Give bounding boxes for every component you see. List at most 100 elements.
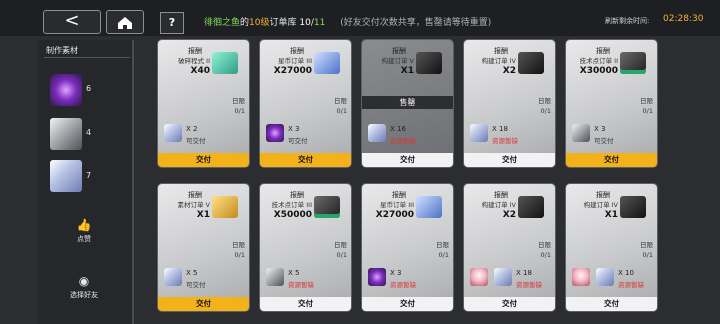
progress-total: 11 (313, 18, 326, 28)
delivery-status: 可交付 (594, 137, 614, 145)
daily-limit-label: 日限 (538, 241, 551, 249)
teal-chip-icon (212, 52, 238, 74)
deliver-button[interactable]: 交付 (362, 153, 453, 167)
sidebar-divider (44, 57, 130, 58)
deliver-button[interactable]: 交付 (464, 153, 555, 167)
home-button[interactable] (106, 10, 144, 34)
crystal-cube-icon (164, 124, 182, 142)
daily-limit-label: 日限 (334, 97, 347, 105)
title-connector: 的 (240, 18, 250, 28)
crystal-cube-icon (164, 268, 182, 286)
order-card[interactable]: 报酬 破碎程式 II X40 日限 0/1 X 2 可交付 交付 (158, 40, 249, 167)
daily-limit-label: 日限 (640, 97, 653, 105)
deliver-button[interactable]: 交付 (464, 297, 555, 311)
reward-name: 破碎程式 II (178, 57, 210, 65)
reward-quantity: X2 (502, 66, 516, 76)
dark-ticket-icon (620, 196, 646, 218)
silver-plate-icon[interactable] (50, 118, 82, 150)
daily-limit-label: 日限 (232, 241, 245, 249)
daily-limit: 日限 0/1 (232, 96, 245, 116)
reward-name: 构建订单 IV (583, 201, 618, 209)
progress-current: 10 (299, 18, 311, 28)
share-note: (好友交付次数共享，售罄请等待重置) (340, 18, 492, 28)
daily-limit-label: 日限 (334, 241, 347, 249)
daily-limit: 日限 0/1 (436, 240, 449, 260)
delivery-status: 资源暂缺 (390, 281, 416, 289)
crystal-cube-icon (494, 268, 512, 286)
daily-limit-label: 日限 (538, 97, 551, 105)
deliver-button[interactable]: 交付 (260, 297, 351, 311)
order-card[interactable]: 报酬 构建订单 IV X2 日限 0/1 X 18 资源暂缺 交付 (464, 40, 555, 167)
deliver-button[interactable]: 交付 (158, 153, 249, 167)
deliver-button[interactable]: 交付 (260, 153, 351, 167)
back-button[interactable]: < (43, 10, 101, 34)
owner-name: 徘徊之鱼 (204, 18, 241, 28)
title-suffix: 订单库 (269, 18, 297, 28)
daily-limit: 日限 0/1 (538, 96, 551, 116)
order-card[interactable]: 报酬 技术点订单 III X50000 日限 0/1 X 5 资源暂缺 交付 (260, 184, 351, 311)
home-icon (118, 17, 132, 29)
order-level: 10级 (249, 18, 270, 28)
deliver-button[interactable]: 交付 (566, 153, 657, 167)
purple-orb-icon (266, 124, 284, 142)
blue-gem-icon (416, 196, 442, 218)
scrollbar[interactable] (132, 40, 134, 324)
reward-quantity: X30000 (579, 66, 618, 76)
material-count: 6 (86, 84, 92, 93)
delivery-status: 可交付 (186, 281, 206, 289)
daily-limit-label: 日限 (436, 241, 449, 249)
deliver-button[interactable]: 交付 (158, 297, 249, 311)
top-bar: < ? 徘徊之鱼的10级订单库 10/11 (好友交付次数共享，售罄请等待重置)… (0, 0, 720, 36)
daily-limit: 日限 0/1 (232, 240, 245, 260)
reward-name: 技术点订单 II (579, 57, 618, 65)
exp-chip-icon (314, 196, 340, 218)
delivery-status: 可交付 (186, 137, 206, 145)
deliver-button[interactable]: 交付 (566, 297, 657, 311)
sidebar-heading: 制作素材 (46, 46, 78, 55)
daily-limit: 日限 0/1 (538, 240, 551, 260)
required-quantity: X 5 (186, 269, 198, 277)
reward-name: 素材订单 V (177, 201, 210, 209)
select-friend-label: 选择好友 (70, 291, 98, 299)
silver-plate-icon (266, 268, 284, 286)
daily-limit-label: 日限 (640, 241, 653, 249)
order-card[interactable]: 报酬 星币订单 III X27000 日限 0/1 X 3 可交付 交付 (260, 40, 351, 167)
required-quantity: X 3 (390, 269, 402, 277)
friend-icon: ◉ (78, 274, 90, 288)
thumbs-up-icon: 👍 (76, 218, 92, 232)
dark-ticket-icon (518, 52, 544, 74)
order-card[interactable]: 报酬 构建订单 IV X1 日限 0/1 X 10 资源暂缺 交付 (566, 184, 657, 311)
delivery-status: 资源暂缺 (618, 281, 644, 289)
required-quantity: X 2 (186, 125, 198, 133)
reward-quantity: X1 (196, 210, 210, 220)
order-card[interactable]: 报酬 构建订单 V X1 售罄 X 16 资源暂缺 交付 (362, 40, 453, 167)
like-label: 点赞 (77, 235, 91, 243)
reward-quantity: X40 (190, 66, 210, 76)
reward-quantity: X27000 (273, 66, 312, 76)
deliver-button[interactable]: 交付 (362, 297, 453, 311)
reward-name: 构建订单 IV (481, 57, 516, 65)
order-card[interactable]: 报酬 构建订单 IV X2 日限 0/1 X 18 资源暂缺 交付 (464, 184, 555, 311)
daily-limit-value: 0/1 (642, 251, 653, 259)
crystal-cube-icon[interactable] (50, 160, 82, 192)
daily-limit-value: 0/1 (234, 107, 245, 115)
daily-limit-value: 0/1 (234, 251, 245, 259)
dark-ticket-icon (416, 52, 442, 74)
purple-orb-icon[interactable] (50, 74, 82, 106)
help-button[interactable]: ? (160, 12, 184, 34)
blue-gem-icon (314, 52, 340, 74)
order-card[interactable]: 报酬 技术点订单 II X30000 日限 0/1 X 3 可交付 交付 (566, 40, 657, 167)
select-friend-button[interactable]: ◉ 选择好友 (60, 274, 108, 300)
daily-limit: 日限 0/1 (640, 96, 653, 116)
reward-name: 构建订单 V (381, 57, 414, 65)
page-title: 徘徊之鱼的10级订单库 10/11 (好友交付次数共享，售罄请等待重置) (204, 15, 491, 28)
order-card[interactable]: 报酬 素材订单 V X1 日限 0/1 X 5 可交付 交付 (158, 184, 249, 311)
reward-quantity: X1 (400, 66, 414, 76)
sold-out-banner: 售罄 (362, 96, 453, 109)
reward-quantity: X50000 (273, 210, 312, 220)
daily-limit-label: 日限 (232, 97, 245, 105)
like-button[interactable]: 👍 点赞 (66, 218, 102, 244)
order-card[interactable]: 报酬 星币订单 III X27000 日限 0/1 X 3 资源暂缺 交付 (362, 184, 453, 311)
reward-name: 技术点订单 III (271, 201, 312, 209)
daily-limit: 日限 0/1 (334, 240, 347, 260)
